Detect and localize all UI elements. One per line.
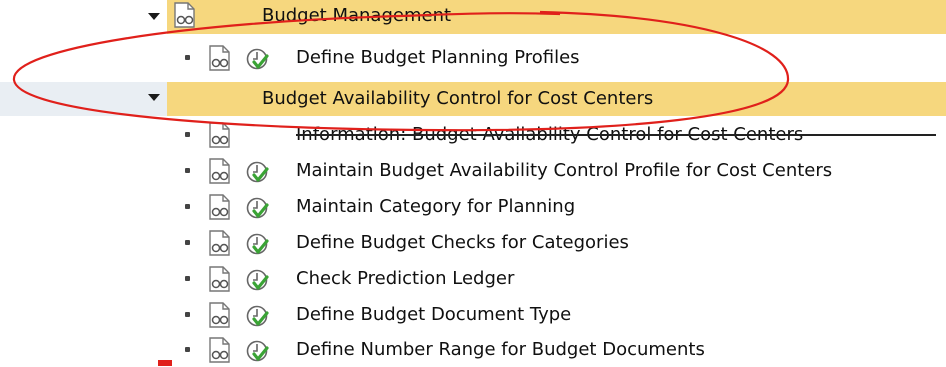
selection-band (0, 82, 167, 116)
header-label[interactable]: Budget Management (262, 5, 451, 27)
tree-item-maintain-category[interactable]: Maintain Category for Planning (0, 190, 946, 224)
clock-check-icon[interactable] (245, 160, 269, 184)
tree-item-check-prediction-ledger[interactable]: Check Prediction Ledger (0, 262, 946, 296)
bullet-icon (185, 132, 190, 137)
clock-check-icon[interactable] (245, 304, 269, 328)
bullet-icon (185, 55, 190, 60)
doc-glasses-icon[interactable] (207, 229, 233, 257)
doc-glasses-icon[interactable] (207, 336, 233, 364)
doc-glasses-icon[interactable] (207, 121, 233, 149)
tree-item-define-budget-document-type[interactable]: Define Budget Document Type (0, 298, 946, 332)
bullet-icon (185, 240, 190, 245)
item-label[interactable]: Define Number Range for Budget Documents (296, 339, 705, 361)
expand-triangle-icon[interactable] (148, 13, 160, 20)
tree-item-maintain-bac-profile[interactable]: Maintain Budget Availability Control Pro… (0, 154, 946, 188)
clock-check-icon[interactable] (245, 339, 269, 363)
bullet-icon (185, 312, 190, 317)
tree-item-information[interactable]: Information: Budget Availability Control… (0, 118, 946, 152)
bullet-icon (185, 347, 190, 352)
doc-glasses-icon[interactable] (172, 1, 198, 29)
doc-glasses-icon[interactable] (207, 301, 233, 329)
doc-glasses-icon[interactable] (207, 265, 233, 293)
bullet-icon (185, 204, 190, 209)
strikethrough-line (296, 134, 936, 136)
item-label[interactable]: Define Budget Planning Profiles (296, 47, 580, 69)
expand-triangle-icon[interactable] (148, 94, 160, 101)
item-label[interactable]: Define Budget Document Type (296, 304, 571, 326)
annotation-mark (158, 360, 172, 366)
bullet-icon (185, 276, 190, 281)
item-label[interactable]: Check Prediction Ledger (296, 268, 514, 290)
clock-check-icon[interactable] (245, 232, 269, 256)
bullet-icon (185, 168, 190, 173)
clock-check-icon[interactable] (245, 47, 269, 71)
item-label[interactable]: Maintain Category for Planning (296, 196, 575, 218)
tree-node-budget-availability-control[interactable]: Budget Availability Control for Cost Cen… (0, 82, 946, 116)
item-label[interactable]: Define Budget Checks for Categories (296, 232, 629, 254)
tree-item-define-budget-checks[interactable]: Define Budget Checks for Categories (0, 226, 946, 260)
tree-item-define-budget-planning-profiles[interactable]: Define Budget Planning Profiles (0, 41, 946, 75)
clock-check-icon[interactable] (245, 196, 269, 220)
item-label[interactable]: Maintain Budget Availability Control Pro… (296, 160, 832, 182)
doc-glasses-icon[interactable] (207, 193, 233, 221)
clock-check-icon[interactable] (245, 268, 269, 292)
doc-glasses-icon[interactable] (207, 44, 233, 72)
doc-glasses-icon[interactable] (207, 157, 233, 185)
section-label[interactable]: Budget Availability Control for Cost Cen… (262, 88, 653, 110)
tree-node-budget-management[interactable]: Budget Management (0, 0, 946, 34)
tree-item-define-number-range[interactable]: Define Number Range for Budget Documents (0, 333, 946, 367)
